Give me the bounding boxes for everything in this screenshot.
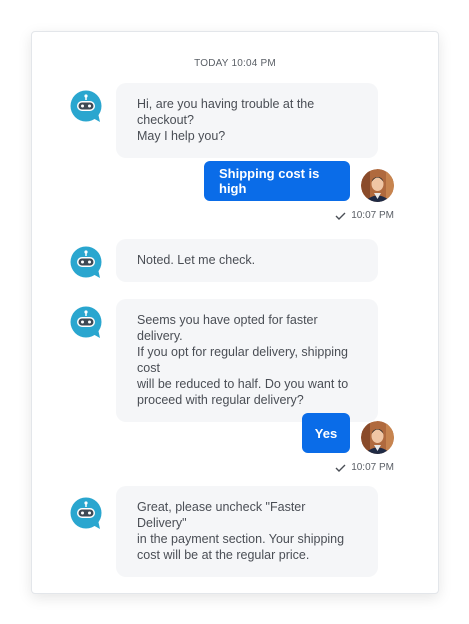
chat-window: TODAY 10:04 PM Hi, are you having troubl… [31,31,439,594]
user-avatar [361,169,394,202]
user-message: Shipping cost is high [204,161,350,201]
bot-avatar-icon [70,306,102,338]
bot-avatar-icon [70,90,102,122]
message-meta: 10:07 PM [335,462,394,473]
check-icon [335,464,346,472]
user-message: Yes [302,413,350,453]
bot-message: Hi, are you having trouble at the checko… [116,83,378,158]
bot-message-text: Great, please uncheck "Faster Delivery" … [137,500,345,562]
check-icon [335,212,346,220]
bot-message: Noted. Let me check. [116,239,378,282]
bot-message-text: Noted. Let me check. [137,253,256,267]
message-meta: 10:07 PM [335,210,394,221]
bot-avatar-icon [70,497,102,529]
bot-message: Great, please uncheck "Faster Delivery" … [116,486,378,577]
message-time: 10:07 PM [351,462,394,473]
bot-message-text: Hi, are you having trouble at the checko… [137,97,315,143]
bot-avatar-icon [70,246,102,278]
bot-message: Seems you have opted for faster delivery… [116,299,378,422]
chat-date-stamp: TODAY 10:04 PM [194,58,276,69]
user-message-text: Shipping cost is high [219,166,320,196]
message-time: 10:07 PM [351,210,394,221]
user-message-text: Yes [314,425,338,441]
user-avatar [361,421,394,454]
bot-message-text: Seems you have opted for faster delivery… [137,313,349,407]
